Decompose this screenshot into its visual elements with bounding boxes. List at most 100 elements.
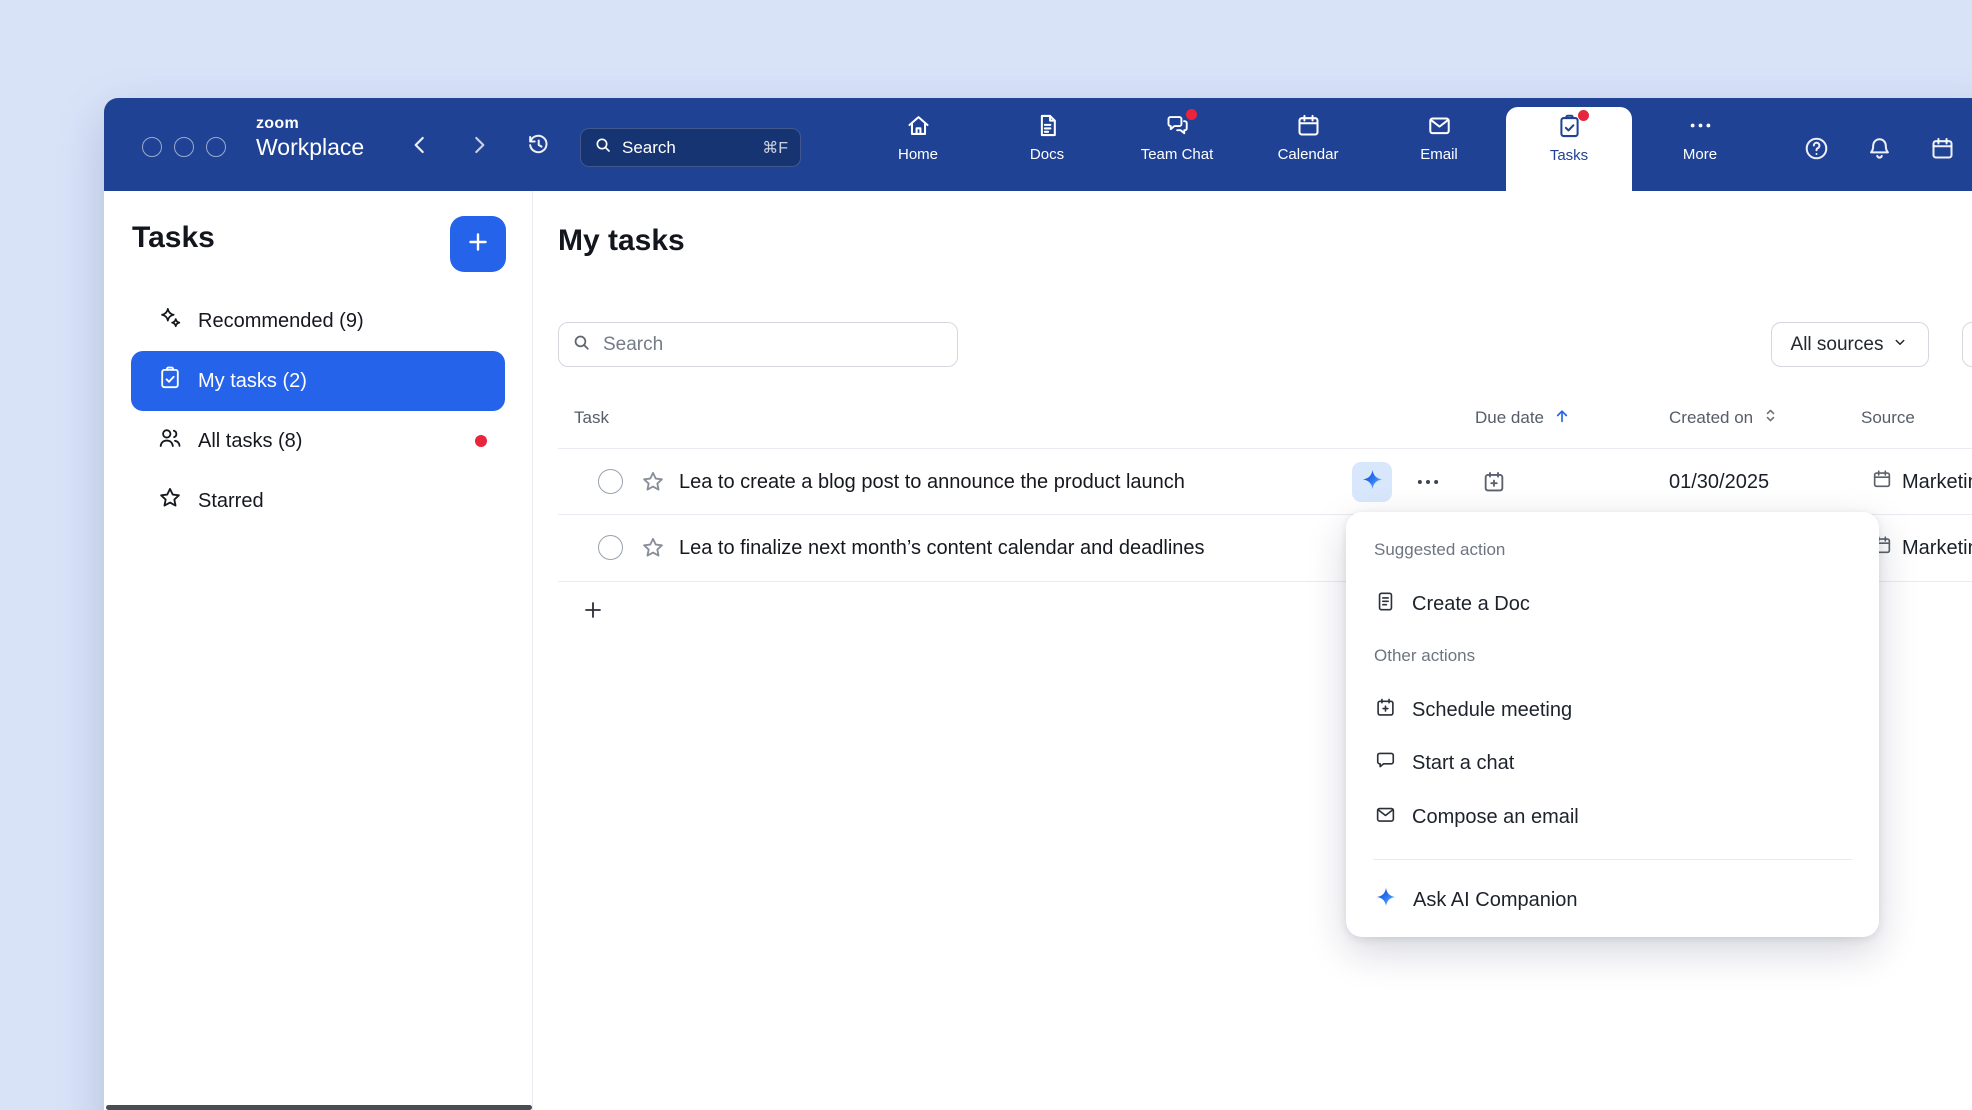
all-sources-dropdown[interactable]: All sources [1771,322,1929,367]
task-checkbox[interactable] [598,535,623,560]
nav-label: Docs [1030,146,1064,163]
chat-icon [1374,749,1397,778]
app-logo: zoom Workplace [256,116,364,159]
plus-icon [581,598,605,627]
docs-icon [1034,112,1061,139]
sidebar-scrollbar[interactable] [106,1105,532,1110]
tab-tasks-active[interactable]: Tasks [1506,107,1632,191]
sidebar-item-all-tasks[interactable]: All tasks (8) [131,411,505,471]
menu-item-schedule-meeting[interactable]: Schedule meeting [1362,688,1863,732]
window-minimize-button[interactable] [174,137,194,157]
task-checkbox[interactable] [598,469,623,494]
doc-icon [1374,590,1397,619]
zoom-workplace-window: zoom Workplace [104,98,1972,1110]
email-icon [1426,112,1453,139]
menu-item-start-chat[interactable]: Start a chat [1362,741,1863,785]
tasks-search [558,322,958,367]
nav-team-chat[interactable]: Team Chat [1117,112,1237,163]
sort-ascending-icon [1552,406,1572,431]
team-chat-icon [1164,112,1191,139]
notification-dot [1578,110,1589,121]
nav-more[interactable]: More [1640,112,1760,163]
nav-docs[interactable]: Docs [987,112,1107,163]
menu-item-compose-email[interactable]: Compose an email [1362,795,1863,839]
more-icon [1687,112,1714,139]
history-icon [525,131,552,163]
star-icon[interactable] [640,535,666,566]
add-task-button[interactable] [450,216,506,272]
search-icon [571,332,592,358]
task-row[interactable]: Lea to create a blog post to announce th… [558,448,1972,515]
source-cell: Marketing [1871,515,1972,581]
nav-label: Calendar [1278,146,1339,163]
envelope-icon [1374,803,1397,832]
history-button[interactable] [521,130,555,164]
add-task-inline-button[interactable] [578,597,608,627]
menu-item-create-doc[interactable]: Create a Doc [1362,582,1863,626]
sidebar-item-starred[interactable]: Starred [131,471,505,531]
plus-icon [465,229,491,260]
search-icon [593,135,613,160]
chevron-down-icon [1891,333,1909,357]
nav-label: Team Chat [1141,146,1214,163]
bell-icon [1866,135,1893,167]
logo-workplace: Workplace [256,136,364,159]
star-icon[interactable] [640,469,666,500]
back-button[interactable] [403,130,437,164]
topbar: zoom Workplace [104,98,1972,191]
calendar-plus-icon [1374,696,1397,725]
search-input[interactable] [601,333,945,357]
window-close-button[interactable] [142,137,162,157]
sidebar-item-recommended[interactable]: Recommended (9) [131,291,505,351]
people-icon [157,425,183,457]
page-title: My tasks [558,224,685,258]
forward-button[interactable] [462,130,496,164]
window-zoom-button[interactable] [206,137,226,157]
ai-sparkle-icon [1374,885,1398,915]
sidebar-item-label: My tasks (2) [198,370,307,393]
search-shortcut: ⌘F [762,138,788,158]
calendar-icon [1929,135,1956,167]
task-title: Lea to finalize next month’s content cal… [679,515,1205,581]
notification-dot [1186,109,1197,120]
row-more-button[interactable] [1413,467,1443,502]
sidebar-item-label: All tasks (8) [198,430,302,453]
nav-label: More [1683,146,1717,163]
mini-calendar-button[interactable] [1925,134,1959,168]
clipped-edge-button[interactable] [1962,322,1972,367]
menu-item-label: Compose an email [1412,806,1579,829]
nav-email[interactable]: Email [1379,112,1499,163]
sidebar-title: Tasks [132,221,215,255]
sidebar-item-label: Recommended (9) [198,310,364,333]
created-on-value: 01/30/2025 [1669,449,1769,515]
notification-dot [475,435,487,447]
menu-item-ask-ai-companion[interactable]: Ask AI Companion [1362,878,1863,922]
sparkles-icon [157,305,183,337]
menu-item-label: Create a Doc [1412,593,1530,616]
nav-label: Home [898,146,938,163]
menu-item-label: Ask AI Companion [1413,889,1578,912]
menu-divider [1373,859,1852,860]
col-created-on[interactable]: Created on [1669,400,1780,436]
notifications-button[interactable] [1862,134,1896,168]
global-search[interactable]: Search ⌘F [580,128,801,167]
col-source: Source [1861,400,1915,436]
home-icon [905,112,932,139]
main-content: My tasks All sources Task Due date [534,191,1972,1110]
help-button[interactable] [1799,134,1833,168]
col-due-date[interactable]: Due date [1475,400,1572,436]
search-placeholder: Search [622,138,676,158]
calendar-icon [1295,112,1322,139]
ai-companion-button[interactable] [1352,462,1392,502]
source-cell: Marketing [1871,449,1972,515]
table-header: Task Due date Created on Source [558,400,1972,436]
ai-actions-menu: Suggested action Create a Doc Other acti… [1346,512,1879,937]
add-due-date-button[interactable] [1481,469,1507,500]
logo-zoom: zoom [256,116,364,132]
calendar-icon [1871,468,1893,496]
nav-home[interactable]: Home [858,112,978,163]
chevron-left-icon [407,132,433,163]
sidebar-item-my-tasks[interactable]: My tasks (2) [131,351,505,411]
col-task: Task [574,400,609,436]
nav-calendar[interactable]: Calendar [1248,112,1368,163]
